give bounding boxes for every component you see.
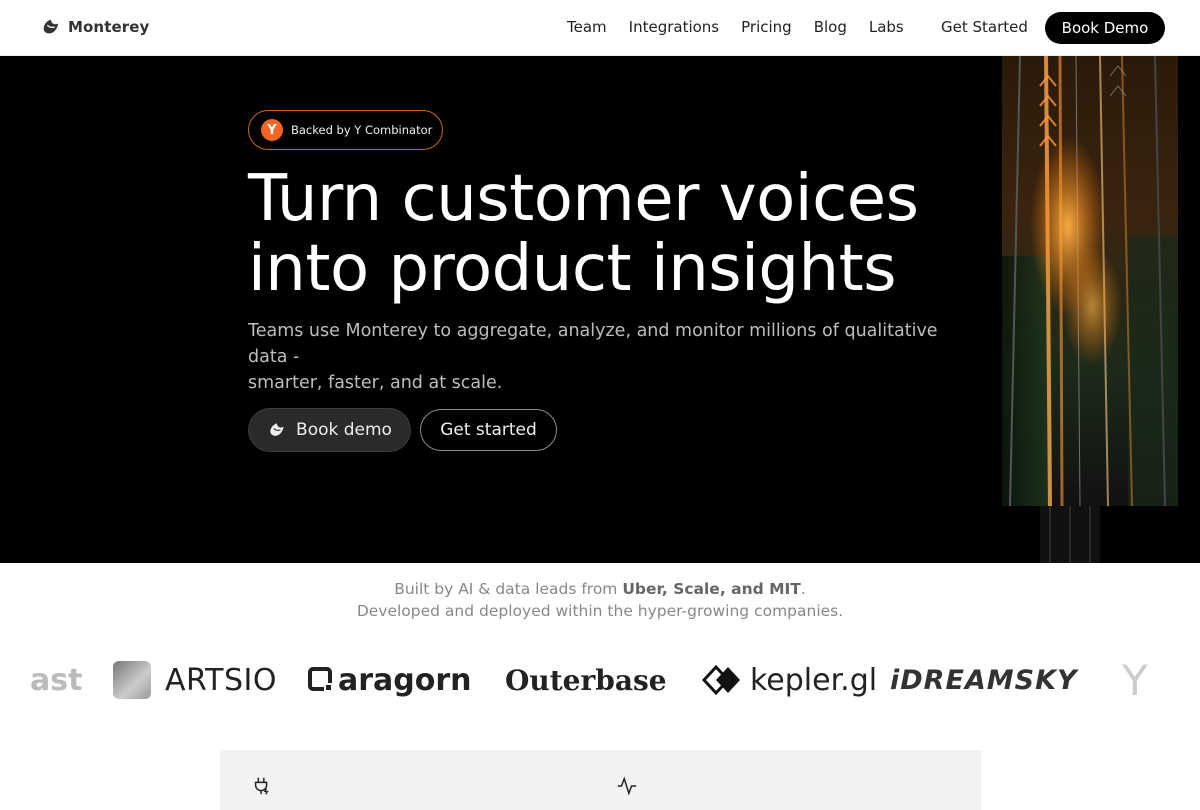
top-nav: Monterey Team Integrations Pricing Blog …	[0, 0, 1200, 56]
nav-book-demo-button[interactable]: Book Demo	[1045, 12, 1165, 44]
artsio-mark-icon	[113, 661, 151, 699]
logo-artsio: ARTSIO	[113, 650, 277, 710]
hero-book-demo-button[interactable]: Book demo	[248, 408, 411, 452]
nav-link-integrations[interactable]: Integrations	[629, 18, 719, 36]
aragorn-text: aragorn	[338, 662, 472, 698]
nav-link-pricing[interactable]: Pricing	[741, 18, 792, 36]
logo-outerbase: Outerbase	[505, 663, 667, 697]
nav-link-team[interactable]: Team	[567, 18, 607, 36]
brand[interactable]: Monterey	[40, 16, 149, 38]
artsio-text: ARTSIO	[165, 662, 278, 698]
kepler-diamond-icon	[702, 665, 740, 695]
customer-logos-strip: ast ARTSIO aragorn Outerbase kepler.gl i…	[0, 650, 1200, 710]
nav-links: Team Integrations Pricing Blog Labs	[567, 18, 904, 36]
nav-link-blog[interactable]: Blog	[814, 18, 847, 36]
aragorn-mark-icon	[308, 667, 332, 691]
y-combinator-icon: Y	[261, 119, 283, 141]
monterey-logo-icon	[43, 19, 59, 34]
hero-subtitle-line1: Teams use Monterey to aggregate, analyze…	[248, 321, 938, 367]
hero-subtitle-line2: smarter, faster, and at scale.	[248, 373, 503, 393]
logo-kepler: kepler.gl	[702, 650, 877, 710]
trust-line1-suffix: .	[800, 580, 806, 598]
logo-faded-partial: ast	[30, 662, 83, 698]
hero-book-demo-label: Book demo	[296, 420, 392, 440]
trust-line1: Built by AI & data leads from Uber, Scal…	[0, 578, 1200, 600]
logo-y-partial: Y	[1122, 655, 1148, 705]
highway-night-image	[1002, 56, 1178, 563]
hero-subtitle: Teams use Monterey to aggregate, analyze…	[248, 318, 978, 396]
activity-icon	[617, 776, 637, 796]
trust-line1-bold: Uber, Scale, and MIT	[622, 580, 801, 598]
nav-link-labs[interactable]: Labs	[869, 18, 904, 36]
hero-title-line2: into product insights	[248, 232, 897, 306]
hero-title: Turn customer voices into product insigh…	[248, 164, 968, 304]
kepler-text: kepler.gl	[750, 662, 878, 698]
plug-icon	[254, 777, 269, 795]
trust-line1-prefix: Built by AI & data leads from	[394, 580, 623, 598]
nav-get-started-link[interactable]: Get Started	[941, 18, 1028, 36]
feature-card	[220, 750, 981, 810]
brand-name: Monterey	[68, 18, 150, 36]
logo-aragorn: aragorn	[308, 650, 472, 710]
hero-title-line1: Turn customer voices	[248, 162, 919, 236]
logo-dreamsky: iDREAMSKY	[890, 664, 1078, 696]
hero-section: Y Backed by Y Combinator Turn customer v…	[0, 56, 1200, 563]
monterey-logo-icon	[270, 423, 284, 436]
trust-line2: Developed and deployed within the hyper-…	[356, 602, 844, 620]
yc-badge[interactable]: Y Backed by Y Combinator	[248, 110, 443, 150]
trust-statement: Built by AI & data leads from Uber, Scal…	[0, 578, 1200, 622]
hero-get-started-button[interactable]: Get started	[420, 409, 557, 451]
yc-badge-text: Backed by Y Combinator	[291, 123, 433, 137]
